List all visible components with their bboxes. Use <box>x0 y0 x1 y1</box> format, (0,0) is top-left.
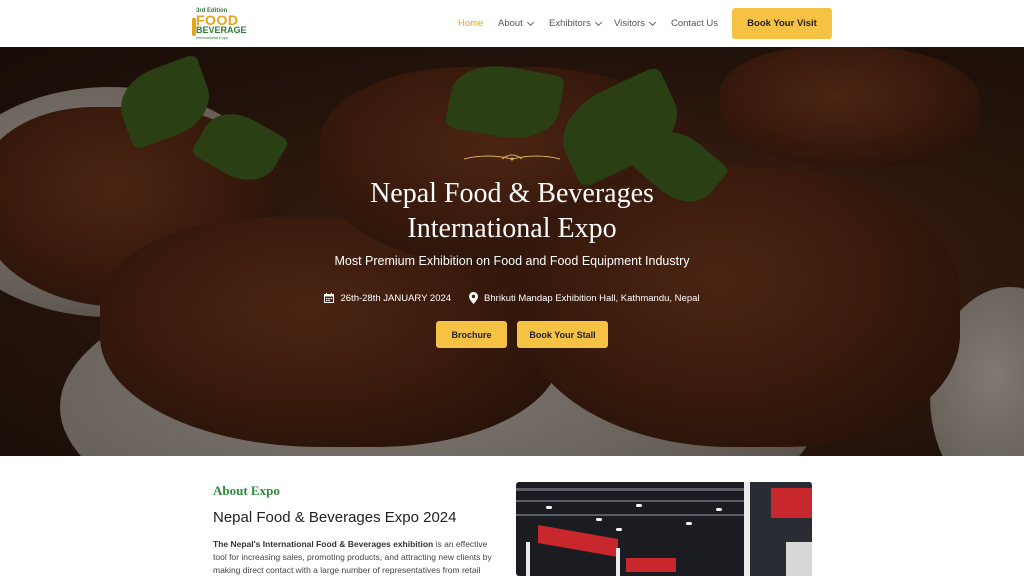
logo-tagline: International Expo <box>196 35 229 40</box>
hero-meta: 26th-28th JANUARY 2024 Bhrikuti Mandap E… <box>262 292 762 304</box>
nav-visitors-label: Visitors <box>614 18 645 29</box>
brochure-button[interactable]: Brochure <box>436 321 507 348</box>
about-title: Nepal Food & Beverages Expo 2024 <box>213 509 457 526</box>
about-text-bold: The Nepal's International Food & Beverag… <box>213 539 434 549</box>
logo-beverage: BEVERAGE <box>196 25 247 35</box>
hero-title-line2: International Expo <box>407 213 617 244</box>
location-pin-icon <box>469 292 479 304</box>
event-location: Bhrikuti Mandap Exhibition Hall, Kathman… <box>484 292 700 304</box>
site-header: 3rd Edition FOOD BEVERAGE International … <box>0 0 1024 47</box>
book-visit-button[interactable]: Book Your Visit <box>732 8 832 39</box>
nav-exhibitors-label: Exhibitors <box>549 18 591 29</box>
nav-visitors[interactable]: Visitors <box>614 18 657 29</box>
hero-title: Nepal Food & Beverages International Exp… <box>312 176 712 246</box>
hero-overlay <box>0 47 1024 456</box>
exhibition-hall-photo <box>516 482 812 576</box>
about-text: The Nepal's International Food & Beverag… <box>213 538 503 576</box>
nav-home[interactable]: Home <box>458 18 483 29</box>
book-stall-button[interactable]: Book Your Stall <box>517 321 608 348</box>
calendar-icon <box>324 293 335 303</box>
chevron-down-icon <box>594 18 602 26</box>
nav-exhibitors[interactable]: Exhibitors <box>549 18 602 29</box>
about-label: About Expo <box>213 483 280 498</box>
nav-about[interactable]: About <box>498 18 534 29</box>
nav-home-label: Home <box>458 18 484 29</box>
nav-about-label: About <box>498 18 523 29</box>
hero-title-line1: Nepal Food & Beverages <box>370 178 654 209</box>
nav-contact-label: Contact Us <box>671 18 718 29</box>
expo-logo[interactable]: 3rd Edition FOOD BEVERAGE International … <box>192 8 248 40</box>
ornament-icon <box>463 154 561 161</box>
event-date: 26th-28th JANUARY 2024 <box>340 292 452 304</box>
hero-subtitle: Most Premium Exhibition on Food and Food… <box>334 254 690 268</box>
hero-section <box>0 47 1024 456</box>
chevron-down-icon <box>526 18 534 26</box>
nav-contact[interactable]: Contact Us <box>671 18 718 29</box>
chevron-down-icon <box>648 18 657 26</box>
